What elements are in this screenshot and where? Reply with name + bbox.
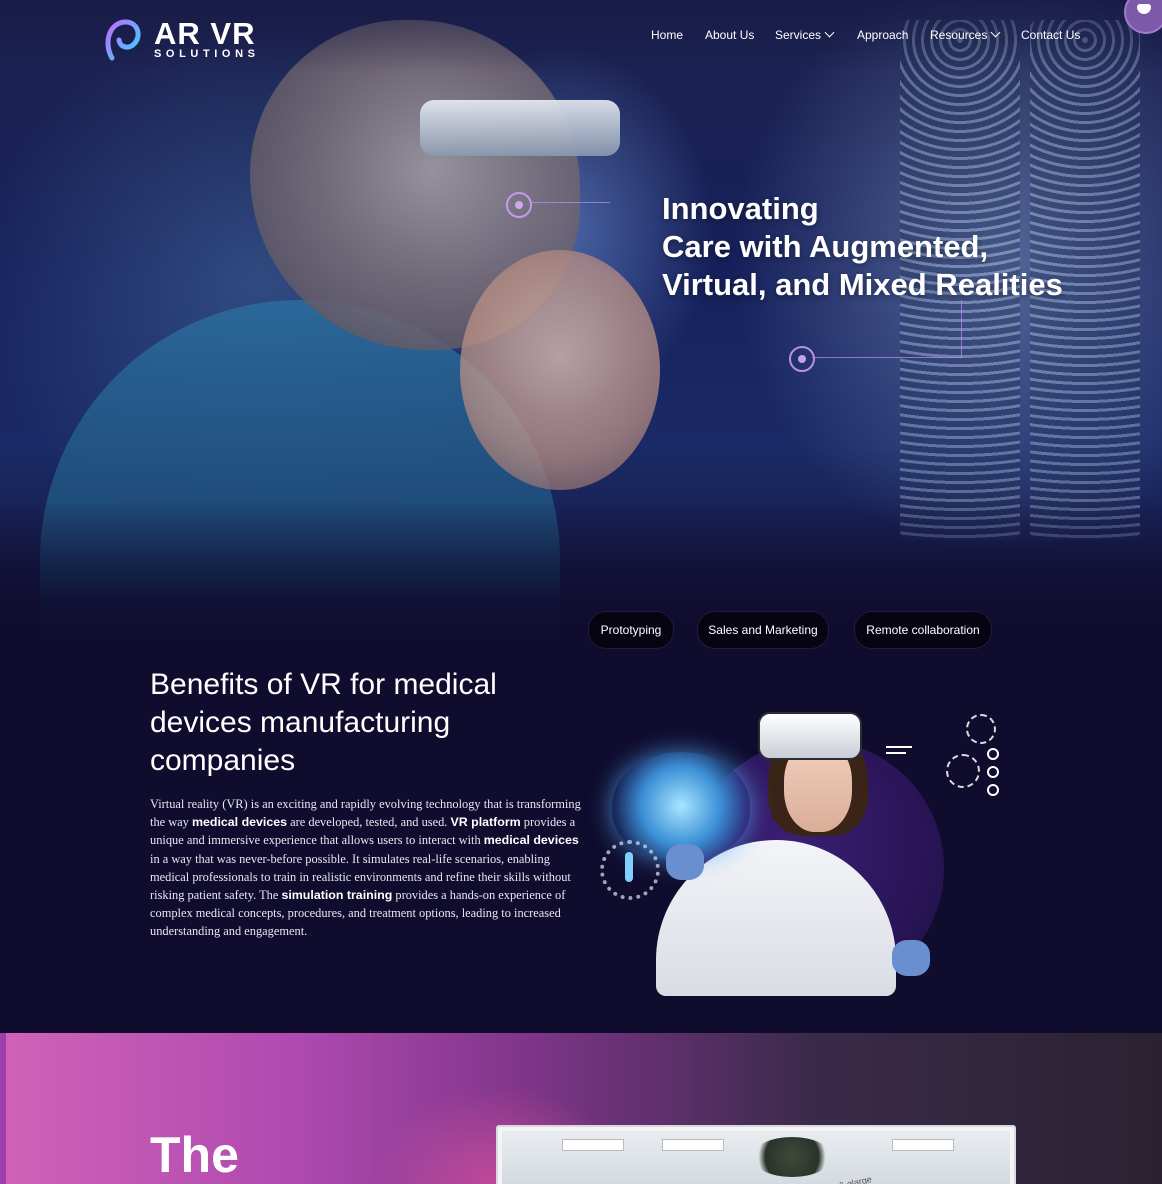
vr-headset-icon	[758, 712, 862, 760]
plant-image	[752, 1137, 832, 1177]
hud-target-icon	[946, 754, 980, 788]
pill-sales-marketing[interactable]: Sales and Marketing	[697, 611, 829, 649]
hud-dot-icon	[987, 748, 999, 760]
benefits-text-part: are developed, tested, and used.	[287, 815, 451, 830]
benefits-keyword: medical devices	[483, 833, 579, 848]
glove-image	[666, 844, 704, 880]
ceiling-light	[562, 1139, 624, 1151]
nav-approach[interactable]: Approach	[857, 28, 908, 42]
benefits-heading: Benefits of VR for medical devices manuf…	[150, 668, 497, 777]
benefits-keyword: VR platform	[450, 815, 521, 830]
target-icon	[506, 192, 532, 218]
hero-section: Innovating Care with Augmented, Virtual,…	[0, 0, 1162, 640]
benefits-paragraph: Virtual reality (VR) is an exciting and …	[150, 795, 582, 941]
main-menu: Home About Us Services Approach Resource…	[0, 27, 1162, 46]
ceiling-light	[892, 1139, 954, 1151]
hud-line	[886, 746, 912, 748]
human-body-icon	[600, 840, 660, 900]
benefits-keyword: simulation training	[281, 888, 393, 903]
hud-dot-icon	[987, 784, 999, 796]
nav-services[interactable]: Services	[775, 27, 835, 42]
hero-title-line: Care with Augmented,	[662, 229, 989, 264]
ar-glasses-image	[420, 100, 620, 156]
nav-contact-us[interactable]: Contact Us	[1021, 28, 1080, 42]
hud-dot-icon	[987, 766, 999, 778]
hud-ring-icon	[966, 714, 996, 744]
section-title: The	[150, 1127, 239, 1183]
hud-line	[886, 752, 906, 754]
nav-home[interactable]: Home	[651, 28, 683, 42]
next-section: The ble & elarge	[0, 1033, 1162, 1184]
vr-doctor-illustration	[596, 690, 1006, 1010]
benefits-keyword: medical devices	[191, 815, 288, 830]
glove-image	[892, 940, 930, 976]
hud-line	[530, 202, 610, 203]
video-player[interactable]: ble & elarge	[496, 1125, 1016, 1184]
top-navigation: AR VR SOLUTIONS Home About Us Services A…	[0, 0, 1162, 72]
chevron-down-icon	[824, 27, 835, 38]
nav-resources-label: Resources	[930, 28, 988, 42]
hero-title: Innovating Care with Augmented, Virtual,…	[662, 190, 1102, 304]
video-caption: ble & elarge	[823, 1174, 873, 1184]
nav-resources[interactable]: Resources	[930, 27, 1001, 42]
hud-line	[812, 357, 962, 358]
nav-services-label: Services	[775, 28, 822, 42]
logo-subtext: SOLUTIONS	[154, 48, 260, 60]
pill-remote-collaboration[interactable]: Remote collaboration	[854, 611, 992, 649]
video-thumbnail: ble & elarge	[502, 1131, 1010, 1184]
hero-title-line: Innovating	[662, 191, 819, 226]
section-edge	[0, 1033, 6, 1184]
pill-prototyping[interactable]: Prototyping	[588, 611, 674, 649]
ceiling-light	[662, 1139, 724, 1151]
target-icon	[789, 346, 815, 372]
chevron-down-icon	[990, 27, 1001, 38]
second-doctor-image	[460, 250, 660, 490]
nav-about-us[interactable]: About Us	[705, 28, 754, 42]
hud-line	[961, 300, 962, 358]
hero-title-line: Virtual, and Mixed Realities	[662, 267, 1063, 302]
